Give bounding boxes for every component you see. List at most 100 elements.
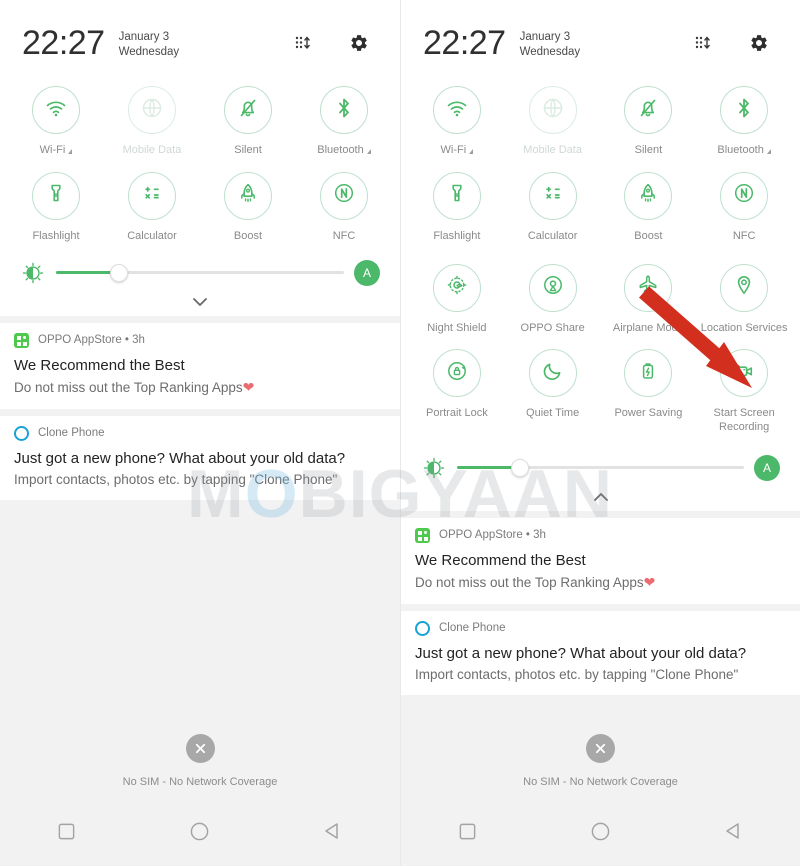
expand-corner-icon[interactable]: [366, 149, 371, 154]
notification-item[interactable]: Clone Phone Just got a new phone? What ab…: [0, 415, 400, 500]
tile-label: Night Shield: [427, 321, 487, 334]
tile-boost[interactable]: Boost: [200, 164, 296, 250]
left-phone-screen: 22:27 January 3 Wednesday Wi-Fi Mobile D…: [0, 0, 400, 866]
date-text-right: January 3: [519, 31, 571, 44]
reorder-tiles-icon[interactable]: [288, 28, 318, 58]
expand-corner-icon[interactable]: [766, 149, 771, 154]
tile-silent[interactable]: Silent: [200, 78, 296, 164]
brightness-row-left: A: [0, 250, 400, 288]
tile-bluetooth[interactable]: Bluetooth: [296, 78, 392, 164]
tile-night-shield[interactable]: Night Shield: [409, 256, 505, 342]
back-button[interactable]: [713, 812, 755, 850]
tile-label: Wi-Fi: [40, 144, 73, 158]
rocket-icon: [236, 181, 260, 210]
shade-header-right: 22:27 January 3 Wednesday: [401, 0, 800, 72]
auto-brightness-button[interactable]: A: [754, 454, 780, 481]
tile-circle: [128, 171, 176, 220]
tile-mobile-data[interactable]: Mobile Data: [505, 78, 601, 164]
slider-knob[interactable]: [110, 263, 129, 282]
notification-item[interactable]: OPPO AppStore • 3h We Recommend the Best D…: [0, 322, 400, 409]
tile-portrait-lock[interactable]: Portrait Lock: [409, 341, 505, 441]
heart-icon: ❤: [643, 573, 656, 590]
tile-circle: [432, 263, 481, 312]
notification-header: Clone Phone: [14, 425, 386, 441]
notification-item[interactable]: OPPO AppStore • 3h We Recommend the Best D…: [401, 517, 800, 604]
recents-button[interactable]: [447, 812, 489, 850]
navigation-bar-left: [0, 802, 400, 860]
oppo-appstore-icon: [415, 527, 430, 543]
home-button[interactable]: [179, 812, 221, 850]
flashlight-icon: [44, 181, 68, 210]
expand-corner-icon[interactable]: [469, 149, 474, 154]
bell-muted-icon: [636, 96, 660, 125]
notification-header: OPPO AppStore • 3h: [14, 332, 386, 348]
chevron-down-icon: [193, 297, 207, 306]
reorder-tiles-icon[interactable]: [688, 28, 718, 58]
tile-wi-fi[interactable]: Wi-Fi: [409, 78, 505, 164]
back-button[interactable]: [312, 812, 354, 850]
tile-mobile-data[interactable]: Mobile Data: [104, 78, 200, 164]
tile-flashlight[interactable]: Flashlight: [409, 164, 505, 250]
tile-circle: [720, 171, 769, 220]
weekday-text-right: Wednesday: [519, 45, 581, 58]
tile-label: Boost: [634, 229, 663, 242]
weekday-text-left: Wednesday: [118, 45, 180, 58]
recents-button[interactable]: [46, 812, 88, 850]
tile-location-services[interactable]: Location Services: [696, 256, 792, 342]
wifi-icon: [44, 96, 68, 125]
tile-circle: [224, 171, 272, 220]
gear-icon[interactable]: [344, 28, 374, 58]
dual-screenshot-comparison: 22:27 January 3 Wednesday Wi-Fi Mobile D…: [0, 0, 800, 866]
tile-circle: [432, 171, 481, 220]
tile-bluetooth[interactable]: Bluetooth: [696, 78, 792, 164]
shade-footer-right: No SIM - No Network Coverage: [401, 734, 800, 866]
gear-icon[interactable]: [744, 28, 774, 58]
tile-quiet-time[interactable]: Quiet Time: [505, 341, 601, 441]
quick-settings-grid-left: Wi-Fi Mobile Data Silent Bluetooth Flashligh…: [0, 72, 400, 250]
tile-start-screen-recording[interactable]: Start Screen Recording: [696, 341, 792, 441]
tile-label: NFC: [332, 229, 356, 242]
tile-circle: [528, 86, 577, 134]
auto-brightness-button[interactable]: A: [354, 259, 380, 286]
clone-phone-icon: [14, 425, 29, 441]
expand-tiles-button-left[interactable]: [0, 288, 400, 316]
tile-label: Calculator: [127, 229, 177, 242]
tile-calculator[interactable]: Calculator: [104, 164, 200, 250]
tile-circle: [528, 263, 577, 312]
tile-nfc[interactable]: NFC: [296, 164, 392, 250]
tile-boost[interactable]: Boost: [601, 164, 697, 250]
tile-nfc[interactable]: NFC: [696, 164, 792, 250]
brightness-slider-right[interactable]: [457, 457, 744, 479]
notification-title: We Recommend the Best: [415, 551, 586, 569]
right-phone-screen: 22:27 January 3 Wednesday Wi-Fi Mobile D…: [400, 0, 800, 866]
expand-corner-icon[interactable]: [68, 149, 73, 154]
tile-label: OPPO Share: [520, 321, 585, 334]
tile-airplane-mode[interactable]: Airplane Mode: [601, 256, 697, 342]
notification-app-name: Clone Phone: [38, 427, 105, 439]
tile-calculator[interactable]: Calculator: [505, 164, 601, 250]
tile-label: Silent: [634, 144, 663, 156]
tile-wi-fi[interactable]: Wi-Fi: [8, 78, 104, 164]
clear-all-icon[interactable]: [586, 734, 615, 763]
notification-app-name: Clone Phone: [439, 622, 506, 635]
slider-knob[interactable]: [511, 458, 530, 477]
home-button[interactable]: [580, 812, 622, 850]
tile-circle: [320, 171, 368, 220]
clear-all-icon[interactable]: [185, 734, 215, 763]
date-block-right: January 3 Wednesday: [520, 27, 581, 58]
brightness-slider-left[interactable]: [56, 262, 344, 284]
notification-item[interactable]: Clone Phone Just got a new phone? What ab…: [401, 610, 800, 695]
notification-list-right: OPPO AppStore • 3h We Recommend the Best D…: [401, 517, 800, 695]
circle-icon: [591, 822, 610, 840]
tile-power-saving[interactable]: Power Saving: [601, 341, 697, 441]
tile-circle: [624, 171, 673, 220]
tile-label: Quiet Time: [526, 407, 580, 420]
brightness-icon: [20, 260, 46, 286]
notification-title: Just got a new phone? What about your ol…: [415, 644, 747, 662]
tile-oppo-share[interactable]: OPPO Share: [505, 256, 601, 342]
tile-flashlight[interactable]: Flashlight: [8, 164, 104, 250]
tile-silent[interactable]: Silent: [601, 78, 697, 164]
collapse-tiles-button-right[interactable]: [401, 483, 800, 511]
rotation-lock-icon: [445, 359, 469, 388]
bell-muted-icon: [236, 96, 260, 125]
